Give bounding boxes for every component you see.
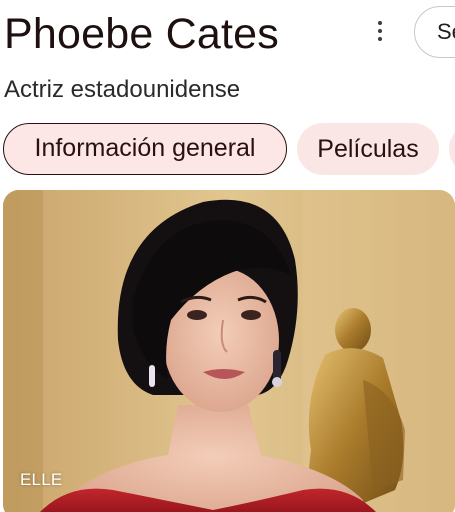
follow-button[interactable]: Seguir bbox=[414, 6, 455, 58]
entity-subtitle: Actriz estadounidense bbox=[4, 76, 241, 103]
tab-movies[interactable]: Películas bbox=[297, 123, 439, 175]
more-vert-icon-dot bbox=[378, 29, 382, 33]
tab-next[interactable] bbox=[449, 123, 455, 175]
more-vert-icon bbox=[378, 21, 382, 25]
entity-photo[interactable] bbox=[3, 190, 455, 512]
tab-overview[interactable]: Información general bbox=[3, 123, 287, 175]
image-source-label: ELLE bbox=[20, 470, 63, 489]
knowledge-panel: Phoebe Cates Seguir Actriz estadounidens… bbox=[0, 0, 455, 512]
more-options-button[interactable] bbox=[366, 14, 394, 48]
more-vert-icon-dot bbox=[378, 37, 382, 41]
entity-title: Phoebe Cates bbox=[4, 10, 279, 58]
portrait-image bbox=[3, 190, 455, 512]
